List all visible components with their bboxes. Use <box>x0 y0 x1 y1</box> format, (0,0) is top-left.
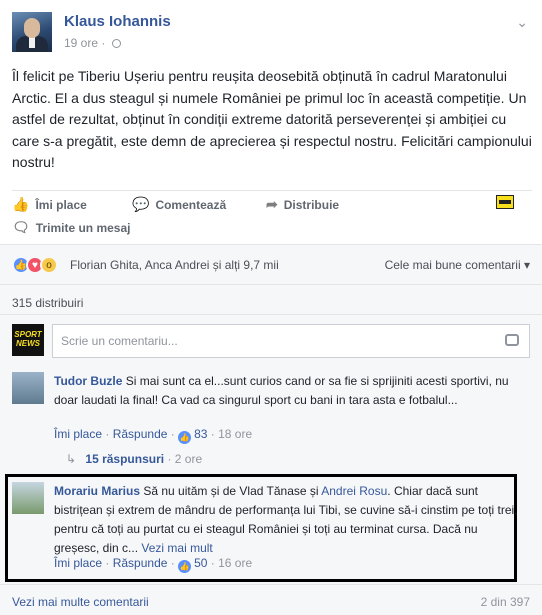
comment-input[interactable] <box>53 325 473 357</box>
thumbs-up-icon: 👍 <box>12 196 30 212</box>
sport-news-avatar: SPORT NEWS <box>12 324 44 356</box>
commenter-name[interactable]: Tudor Buzle <box>54 374 122 388</box>
comment-like-link[interactable]: Îmi place <box>54 427 102 441</box>
comment-reply-link[interactable]: Răspunde <box>113 427 168 441</box>
messenger-icon: 🗨 <box>12 219 30 235</box>
commenter-name[interactable]: Morariu Marius <box>54 484 140 498</box>
replies-row: ↳ 15 răspunsuri · 2 ore <box>66 452 203 466</box>
comment-button[interactable]: 💬 Comentează <box>132 196 226 213</box>
comment-likes-count[interactable]: 👍 50 <box>178 556 207 573</box>
chevron-down-icon[interactable]: ⌄ <box>516 14 528 31</box>
reply-arrow-icon: ↳ <box>66 452 77 466</box>
comment-time[interactable]: 16 ore <box>218 556 252 570</box>
mention-link[interactable]: Andrei Rosu <box>321 484 387 498</box>
replies-time[interactable]: 2 ore <box>175 452 202 466</box>
wow-reaction-icon: o <box>40 256 58 274</box>
reactions-bar: 👍 ♥ o Florian Ghita, Anca Andrei și alți… <box>0 244 542 284</box>
like-label: Îmi place <box>35 197 87 212</box>
author-avatar[interactable] <box>12 12 52 52</box>
comment-likes-count[interactable]: 👍 83 <box>178 427 207 444</box>
like-button[interactable]: 👍 Îmi place <box>12 196 87 213</box>
shares-count[interactable]: 315 distribuiri <box>12 296 83 310</box>
message-button[interactable]: 🗨 Trimite un mesaj <box>12 219 130 236</box>
comment-actions: Îmi place · Răspunde · 👍 50 · 16 ore <box>54 556 253 573</box>
share-icon: ➦ <box>266 196 278 212</box>
comment-body: Tudor Buzle Si mai sunt ca el...sunt cur… <box>54 372 524 410</box>
comment-body: Morariu Marius Să nu uităm și de Vlad Tă… <box>54 482 524 558</box>
see-more-link[interactable]: Vezi mai mult <box>141 541 212 555</box>
page-avatar-badge[interactable] <box>496 195 514 209</box>
commenter-avatar[interactable] <box>12 372 44 404</box>
view-more-comments-link[interactable]: Vezi mai multe comentarii <box>12 595 149 609</box>
sort-comments-dropdown[interactable]: Cele mai bune comentarii ▾ <box>385 258 530 272</box>
comment-input-box <box>52 324 530 358</box>
facebook-post: Klaus Iohannis 19 ore · ⌄ Îl felicit pe … <box>0 0 542 615</box>
post-text: Îl felicit pe Tiberiu Ușeriu pentru reuș… <box>12 68 532 170</box>
comment-composer: SPORT NEWS <box>0 314 542 362</box>
comment-reply-link[interactable]: Răspunde <box>113 556 168 570</box>
comment-time[interactable]: 18 ore <box>218 427 252 441</box>
comment-actions: Îmi place · Răspunde · 👍 83 · 18 ore <box>54 427 253 444</box>
reaction-icons[interactable]: 👍 ♥ o <box>12 256 58 274</box>
separator: · <box>101 36 106 50</box>
post-time[interactable]: 19 ore <box>64 36 98 50</box>
comments-count: 2 din 397 <box>480 595 530 609</box>
message-label: Trimite un mesaj <box>35 220 131 235</box>
share-label: Distribuie <box>283 197 340 212</box>
post-actions: 👍 Îmi place 💬 Comentează ➦ Distribuie 🗨 … <box>12 190 532 240</box>
camera-icon[interactable] <box>505 334 519 346</box>
commenter-avatar[interactable] <box>12 482 44 514</box>
comments-footer: Vezi mai multe comentarii 2 din 397 <box>0 584 542 615</box>
thumbs-up-icon: 👍 <box>178 431 192 444</box>
reaction-names[interactable]: Florian Ghita, Anca Andrei și alți 9,7 m… <box>70 258 279 272</box>
thumbs-up-icon: 👍 <box>178 560 192 573</box>
globe-icon <box>111 39 121 48</box>
post-header: Klaus Iohannis 19 ore · ⌄ <box>0 0 542 60</box>
post-meta: 19 ore · <box>64 36 121 50</box>
view-replies-link[interactable]: 15 răspunsuri <box>85 452 164 466</box>
author-name[interactable]: Klaus Iohannis <box>64 13 171 30</box>
comment-text: Si mai sunt ca el...sunt curios cand or … <box>54 374 509 407</box>
comment-text-part-a: Să nu uităm și de Vlad Tănase și <box>140 484 322 498</box>
share-button[interactable]: ➦ Distribuie <box>266 196 339 213</box>
comment-label: Comentează <box>155 197 227 212</box>
comment-like-link[interactable]: Îmi place <box>54 556 102 570</box>
comment-icon: 💬 <box>132 196 150 212</box>
